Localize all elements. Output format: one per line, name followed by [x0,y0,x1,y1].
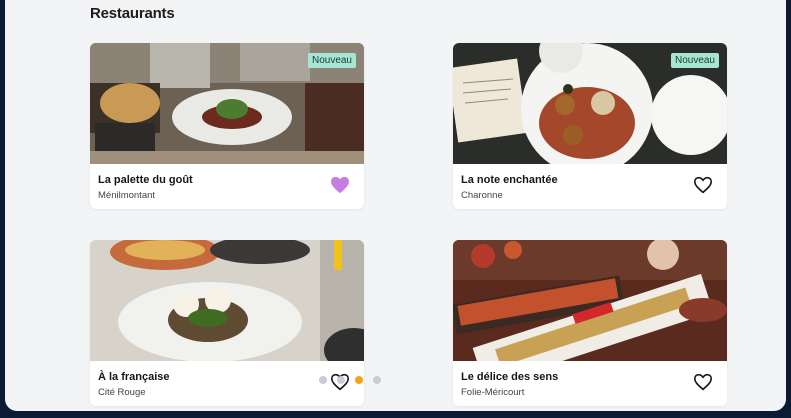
section-title: Restaurants [90,5,175,22]
restaurant-card[interactable]: Nouveau La palette du goût Ménilmontant [90,43,364,209]
restaurants-panel: Restaurants Nouveau La palette du goût M… [5,0,786,411]
heart-icon[interactable] [693,176,713,194]
restaurant-photo [90,240,364,361]
restaurant-area: Cité Rouge [98,387,146,398]
restaurant-name: Le délice des sens [461,371,559,383]
carousel-dot[interactable] [319,376,327,384]
carousel-dot[interactable] [355,376,363,384]
restaurant-photo [453,240,727,361]
restaurant-card[interactable]: Le délice des sens Folie-Méricourt [453,240,727,406]
restaurant-photo: Nouveau [453,43,727,164]
carousel-dot[interactable] [337,376,345,384]
new-badge: Nouveau [670,53,719,68]
new-badge: Nouveau [307,53,356,68]
restaurant-photo: Nouveau [90,43,364,164]
restaurant-name: À la française [98,371,170,383]
carousel-dot[interactable] [373,376,381,384]
heart-icon[interactable] [330,176,350,194]
restaurant-name: La palette du goût [98,174,193,186]
restaurant-name: La note enchantée [461,174,558,186]
restaurant-area: Folie-Méricourt [461,387,525,398]
heart-icon[interactable] [693,373,713,391]
restaurant-area: Charonne [461,190,503,201]
restaurant-area: Ménilmontant [98,190,156,201]
restaurant-card[interactable]: Nouveau La note enchantée Charonne [453,43,727,209]
